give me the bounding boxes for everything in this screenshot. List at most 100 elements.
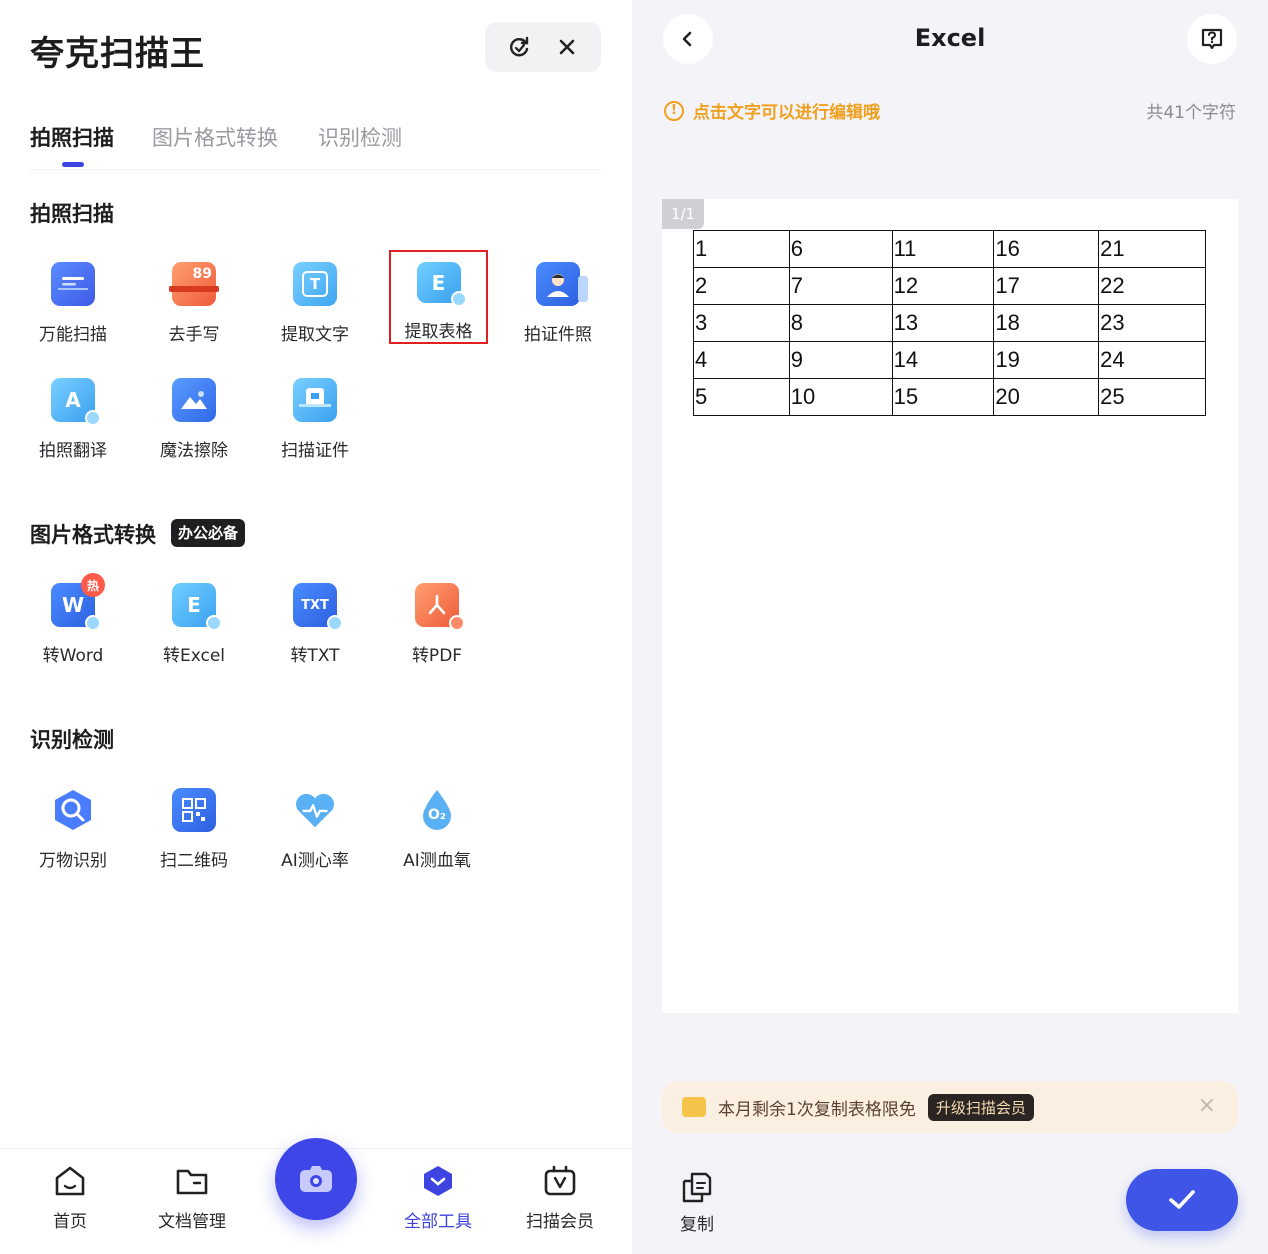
tool-object-recognition[interactable]: 万物识别 [25,788,121,888]
tool-to-excel[interactable]: E 转Excel [146,583,242,683]
section-title-detect: 识别检测 [30,728,114,752]
tool-label: 扫描证件 [281,441,349,461]
table-cell[interactable]: 24 [1098,341,1206,379]
excel-result-panel: Excel ! 点击文字可以进行编辑哦 共41个字符 1/1 1 6 11 16… [632,0,1268,1254]
tool-photo-translate[interactable]: A 拍照翻译 [25,378,121,478]
category-tabs: 拍照扫描 图片格式转换 识别检测 [30,118,601,170]
copy-button[interactable]: 复制 [680,1170,714,1235]
nav-label: 全部工具 [404,1212,472,1232]
table-cell[interactable]: 20 [993,378,1100,416]
section-title-photo-scan: 拍照扫描 [30,202,114,226]
table-cell[interactable]: 12 [891,267,995,305]
tool-extract-text[interactable]: T 提取文字 [267,262,363,362]
tool-to-pdf[interactable]: 转PDF [389,583,485,683]
table-cell[interactable]: 23 [1098,304,1206,342]
nav-all-tools[interactable]: 全部工具 [393,1163,483,1232]
tool-label: 魔法擦除 [160,441,228,461]
tool-id-photo[interactable]: 拍证件照 [510,262,606,362]
vip-badge-icon [682,1097,706,1117]
edit-hint: ! 点击文字可以进行编辑哦 [664,98,880,123]
nav-label: 首页 [53,1212,87,1232]
tab-detect[interactable]: 识别检测 [318,122,402,152]
refresh-icon [510,36,529,57]
home-icon [55,1166,85,1196]
table-cell[interactable]: 10 [788,378,893,416]
excel-icon: E [172,583,222,631]
id-photo-icon [536,262,588,306]
table-cell[interactable]: 8 [788,304,893,342]
tab-photo-scan[interactable]: 拍照扫描 [30,122,114,152]
promo-close-button[interactable]: × [1198,1093,1216,1118]
tool-remove-handwriting[interactable]: 89 去手写 [146,262,242,362]
table-row: 2 7 12 17 22 [693,267,1206,305]
table-cell[interactable]: 2 [693,267,790,305]
edit-hint-text: 点击文字可以进行编辑哦 [693,103,880,123]
help-icon [1201,28,1223,50]
table-cell[interactable]: 9 [788,341,893,379]
promo-banner: 本月剩余1次复制表格限免 升级扫描会员 × [662,1081,1238,1133]
section-title-format-convert: 图片格式转换 [30,523,156,547]
table-cell[interactable]: 6 [788,230,893,268]
tool-heart-rate[interactable]: AI测心率 [267,788,363,888]
table-cell[interactable]: 13 [891,304,995,342]
table-cell[interactable]: 11 [891,230,995,268]
tool-label: 提取文字 [281,325,349,345]
tool-qr-code[interactable]: 扫二维码 [146,788,242,888]
tab-format-convert[interactable]: 图片格式转换 [152,122,278,152]
refresh-button[interactable] [501,29,537,65]
office-essential-badge: 办公必备 [171,519,246,547]
table-cell[interactable]: 4 [693,341,790,379]
confirm-button[interactable] [1126,1169,1238,1231]
word-icon: W 热 [51,573,105,631]
table-cell[interactable]: 7 [788,267,893,305]
table-cell[interactable]: 14 [891,341,995,379]
table-cell[interactable]: 25 [1098,378,1206,416]
camera-button[interactable] [275,1138,357,1220]
nav-vip[interactable]: 扫描会员 [515,1163,605,1232]
nav-documents[interactable]: 文档管理 [147,1163,237,1232]
tool-universal-scan[interactable]: 万能扫描 [25,262,121,362]
copy-icon [682,1172,712,1203]
icon-text: TXT [301,597,329,613]
table-cell[interactable]: 3 [693,304,790,342]
document-preview: 1/1 1 6 11 16 21 2 7 12 17 22 3 8 13 18 … [662,199,1238,1013]
table-row: 4 9 14 19 24 [693,341,1206,379]
table-cell[interactable]: 1 [693,230,790,268]
tools-panel: 夸克扫描王 拍照扫描 图片格式转换 识别检测 拍照扫描 万能扫描 89 去手写 … [0,0,632,1254]
icon-text: O₂ [427,807,447,823]
upgrade-vip-button[interactable]: 升级扫描会员 [927,1093,1034,1121]
table-row: 1 6 11 16 21 [693,230,1206,268]
table-cell[interactable]: 21 [1098,230,1206,268]
active-tab-indicator [62,162,84,167]
table-cell[interactable]: 19 [993,341,1100,379]
pdf-icon [415,583,465,631]
tool-label: 拍照翻译 [39,441,107,461]
blood-oxygen-icon: O₂ [415,788,459,832]
tool-magic-erase[interactable]: 魔法擦除 [146,378,242,478]
heart-rate-icon [293,788,337,832]
table-cell[interactable]: 22 [1098,267,1206,305]
table-cell[interactable]: 17 [993,267,1100,305]
app-title: 夸克扫描王 [30,34,205,74]
tool-blood-oxygen[interactable]: O₂ AI测血氧 [389,788,485,888]
tool-scan-document[interactable]: 扫描证件 [267,378,363,478]
icon-letter: T [302,271,328,297]
tool-to-word[interactable]: W 热 转Word [25,573,121,683]
close-button[interactable] [549,29,585,65]
universal-scan-icon [51,262,95,306]
tool-label: 转Word [42,646,104,666]
nav-label: 扫描会员 [526,1212,594,1232]
help-button[interactable] [1187,14,1237,64]
table-cell[interactable]: 5 [693,378,790,416]
txt-icon: TXT [293,583,343,631]
table-cell[interactable]: 15 [891,378,995,416]
tool-to-txt[interactable]: TXT 转TXT [267,583,363,683]
nav-home[interactable]: 首页 [25,1163,115,1232]
tool-extract-table[interactable]: E 提取表格 [389,250,488,344]
table-cell[interactable]: 18 [993,304,1100,342]
tool-label: AI测心率 [281,851,349,871]
table-cell[interactable]: 16 [993,230,1100,268]
promo-text: 本月剩余1次复制表格限免 [718,1099,916,1120]
icon-letter: E [431,270,446,295]
tool-label: 去手写 [168,325,220,345]
